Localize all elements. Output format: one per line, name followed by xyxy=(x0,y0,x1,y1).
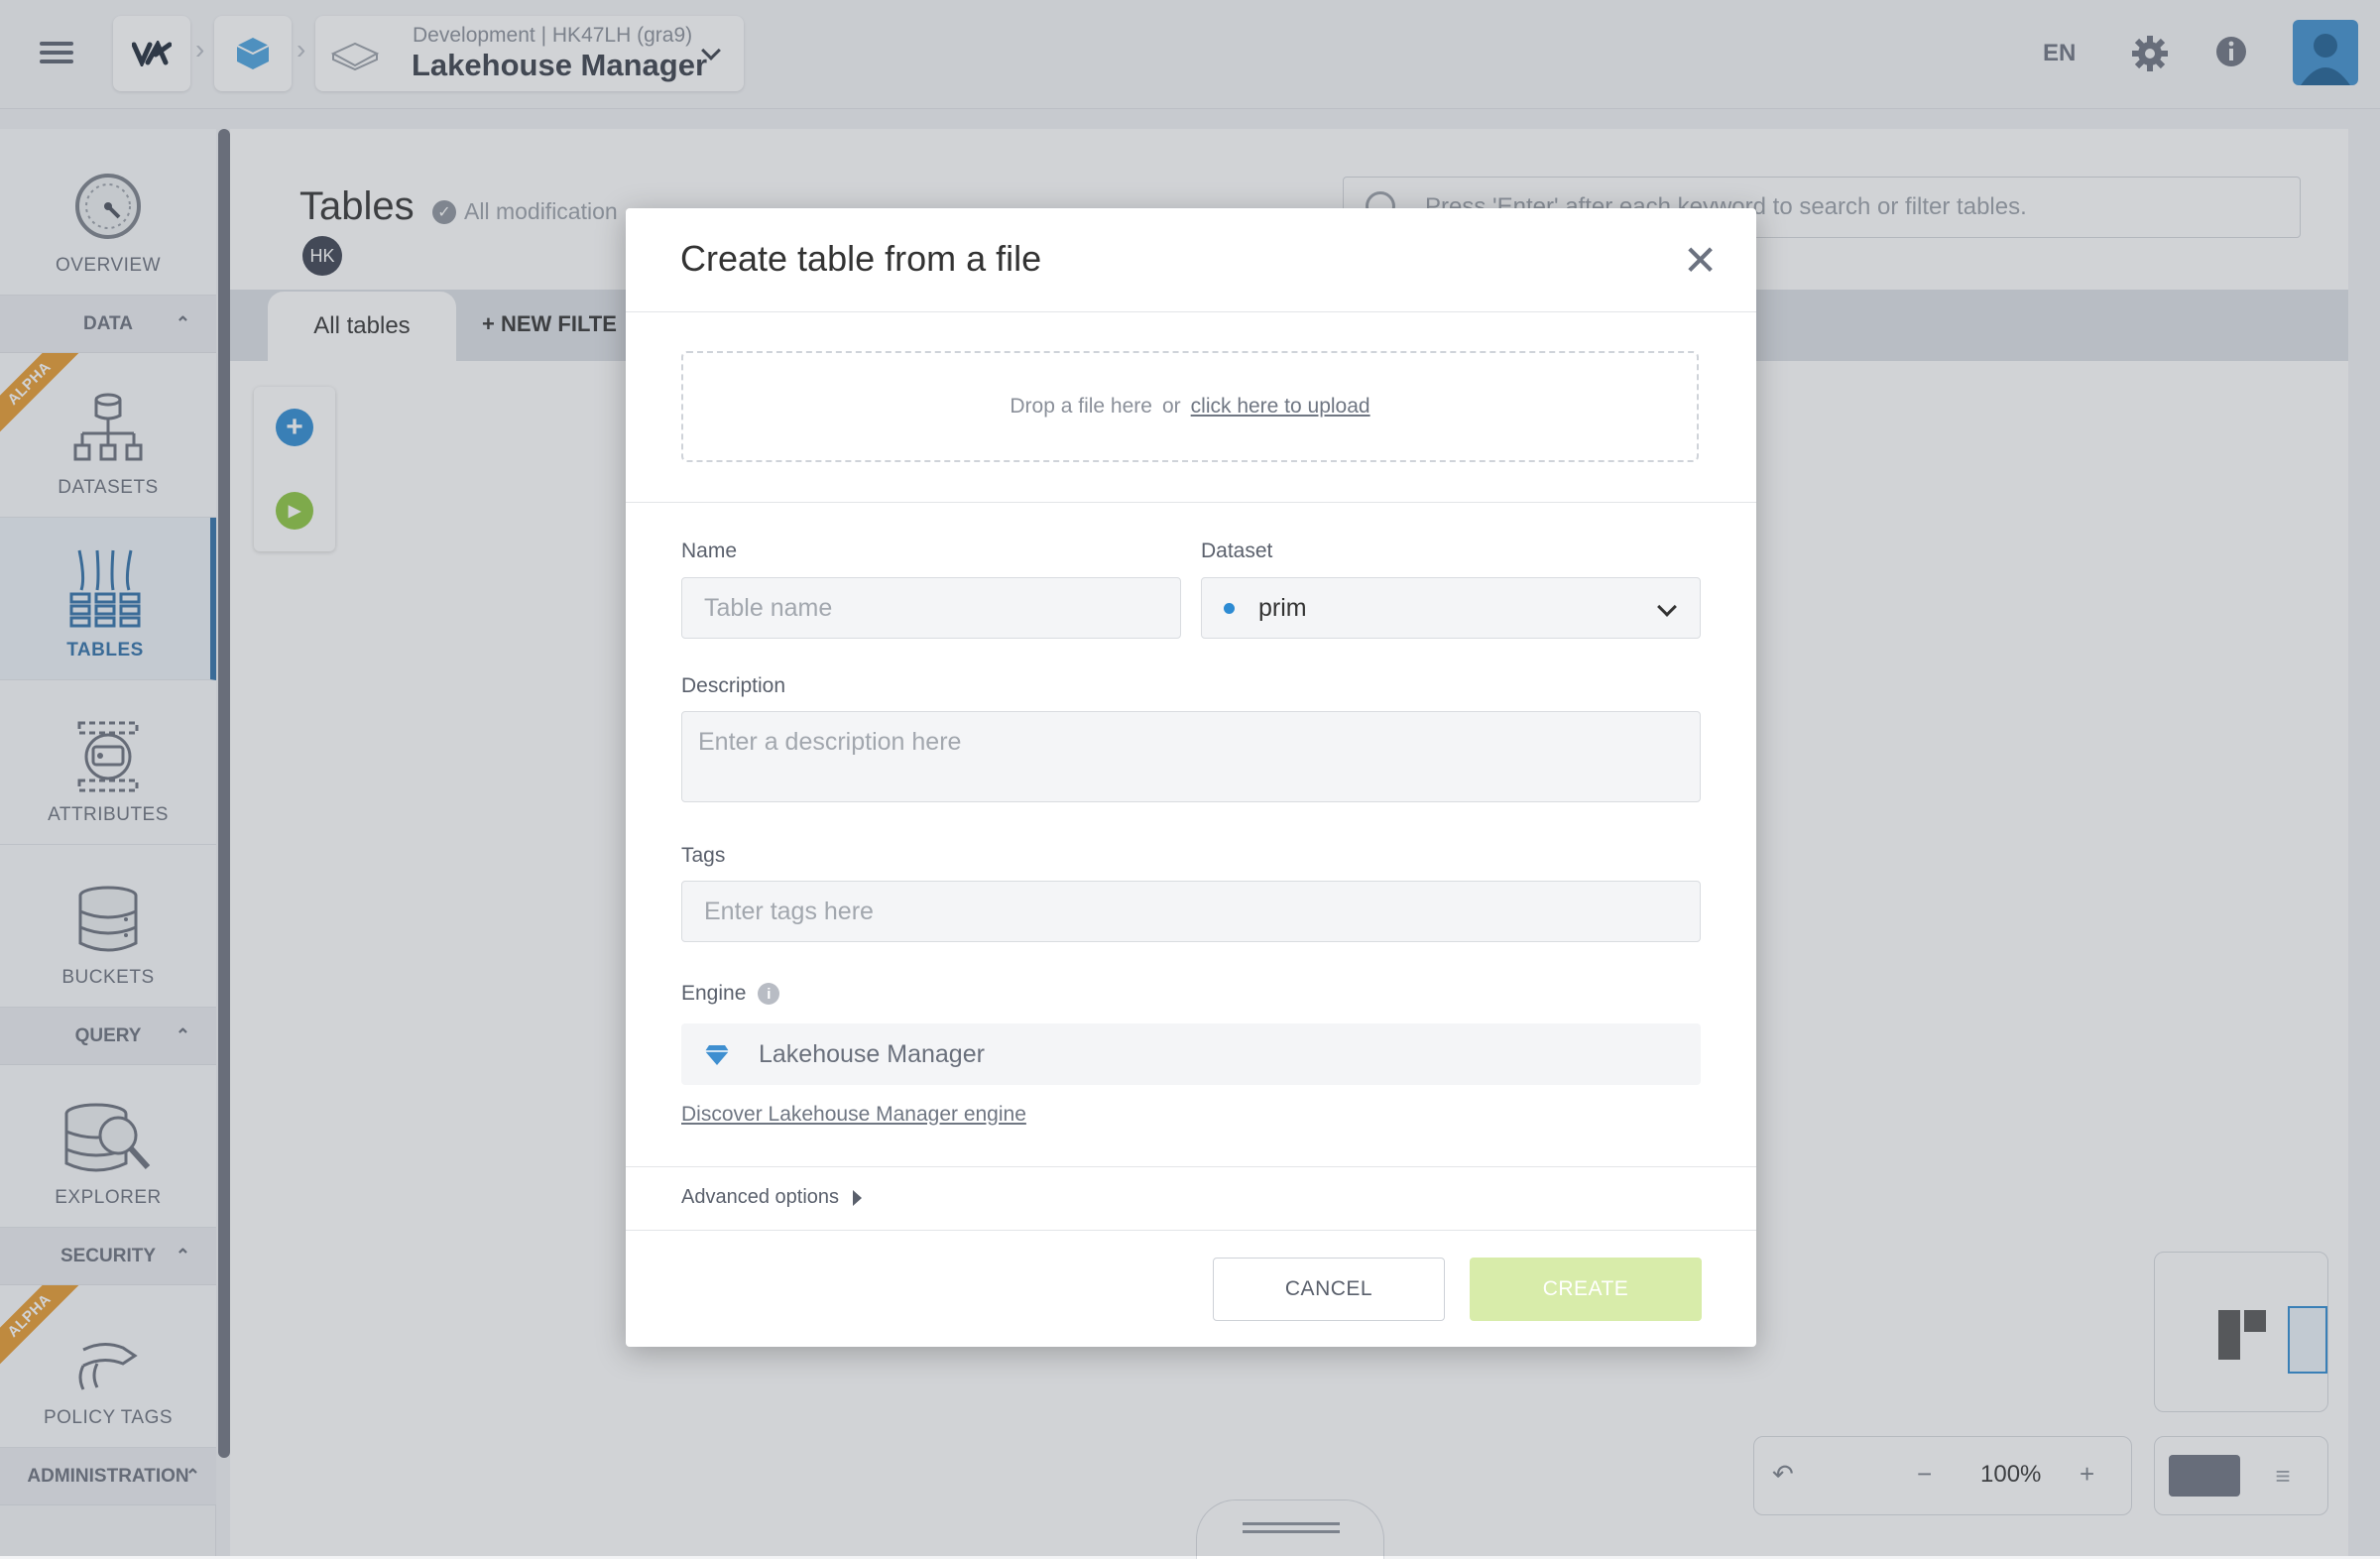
info-icon[interactable]: i xyxy=(758,983,780,1005)
tags-label: Tags xyxy=(681,844,726,867)
dataset-select[interactable]: prim xyxy=(1201,577,1701,639)
caret-right-icon xyxy=(853,1189,863,1206)
create-button[interactable]: CREATE xyxy=(1470,1258,1702,1321)
dataset-dot-icon xyxy=(1224,602,1235,614)
tags-input[interactable]: Enter tags here xyxy=(681,881,1701,942)
modal-title: Create table from a file xyxy=(680,238,1042,279)
divider xyxy=(626,311,1756,312)
lakehouse-engine-icon xyxy=(705,1045,729,1065)
engine-label: Engine i xyxy=(681,982,780,1006)
name-label: Name xyxy=(681,540,738,562)
description-textarea[interactable]: Enter a description here xyxy=(681,711,1701,802)
description-label: Description xyxy=(681,674,786,697)
cancel-button[interactable]: CANCEL xyxy=(1213,1258,1445,1321)
chevron-down-icon xyxy=(1657,597,1677,617)
close-icon[interactable]: ✕ xyxy=(1683,240,1718,282)
upload-link[interactable]: click here to upload xyxy=(1191,395,1370,419)
file-dropzone[interactable]: Drop a file here or click here to upload xyxy=(681,351,1699,462)
divider xyxy=(626,1230,1756,1231)
engine-field: Lakehouse Manager xyxy=(681,1023,1701,1085)
discover-engine-link[interactable]: Discover Lakehouse Manager engine xyxy=(681,1103,1026,1127)
table-name-input[interactable]: Table name xyxy=(681,577,1181,639)
advanced-options-toggle[interactable]: Advanced options xyxy=(681,1186,863,1209)
divider xyxy=(626,502,1756,503)
create-table-modal: Create table from a file ✕ Drop a file h… xyxy=(626,208,1756,1347)
dataset-label: Dataset xyxy=(1201,540,1273,562)
divider xyxy=(626,1166,1756,1167)
